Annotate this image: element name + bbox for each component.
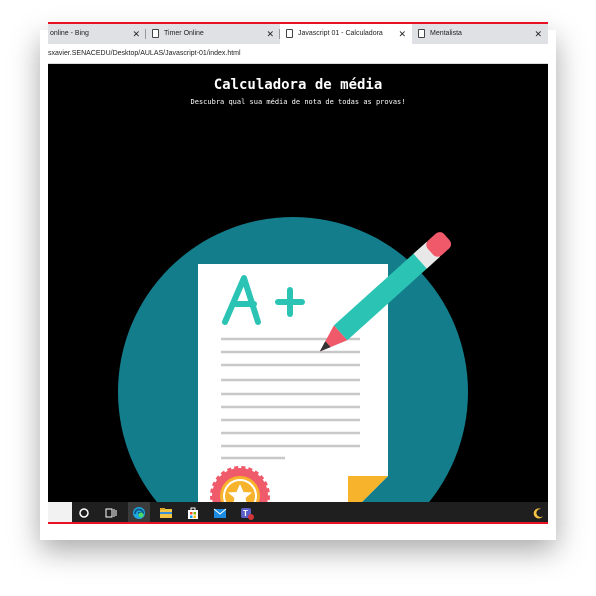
night-mode-icon[interactable] xyxy=(528,502,548,522)
tab-bar: online - Bing ✕ Timer Online ✕ Javascrip… xyxy=(48,24,548,44)
svg-text:T: T xyxy=(243,509,248,518)
page-icon xyxy=(152,29,159,38)
tab-timer-online[interactable]: Timer Online ✕ xyxy=(146,24,280,44)
page-subtitle: Descubra qual sua média de nota de todas… xyxy=(190,98,406,106)
report-card-illustration xyxy=(118,217,468,502)
edge-icon[interactable] xyxy=(128,502,150,522)
tab-bing[interactable]: online - Bing ✕ xyxy=(48,24,146,44)
cortana-icon[interactable] xyxy=(73,502,95,522)
store-icon[interactable] xyxy=(182,502,204,522)
page-title: Calculadora de média xyxy=(213,77,383,93)
close-icon[interactable]: ✕ xyxy=(132,24,140,44)
close-icon[interactable]: ✕ xyxy=(534,24,542,44)
tab-label: Javascript 01 - Calculadora xyxy=(298,30,383,37)
mail-icon[interactable] xyxy=(209,502,231,522)
page-icon xyxy=(418,29,425,38)
tab-label: online - Bing xyxy=(50,30,89,37)
browser-window: online - Bing ✕ Timer Online ✕ Javascrip… xyxy=(48,22,548,524)
close-icon[interactable]: ✕ xyxy=(398,24,406,44)
close-icon[interactable]: ✕ xyxy=(266,24,274,44)
search-icon[interactable] xyxy=(48,502,72,522)
tab-calculadora[interactable]: Javascript 01 - Calculadora ✕ xyxy=(280,24,412,44)
file-explorer-icon[interactable] xyxy=(155,502,177,522)
tab-mentalista[interactable]: Mentalista ✕ xyxy=(412,24,548,44)
page-content: Calculadora de média Descubra qual sua m… xyxy=(48,64,548,502)
address-text[interactable]: sxavier.SENACEDU/Desktop/AULAS/Javascrip… xyxy=(48,44,241,64)
teams-icon[interactable]: T xyxy=(236,502,258,522)
taskbar: T xyxy=(48,502,548,522)
page-icon xyxy=(286,29,293,38)
tab-label: Timer Online xyxy=(164,30,204,37)
task-view-icon[interactable] xyxy=(100,502,122,522)
address-bar[interactable]: sxavier.SENACEDU/Desktop/AULAS/Javascrip… xyxy=(48,44,548,64)
tab-label: Mentalista xyxy=(430,30,462,37)
